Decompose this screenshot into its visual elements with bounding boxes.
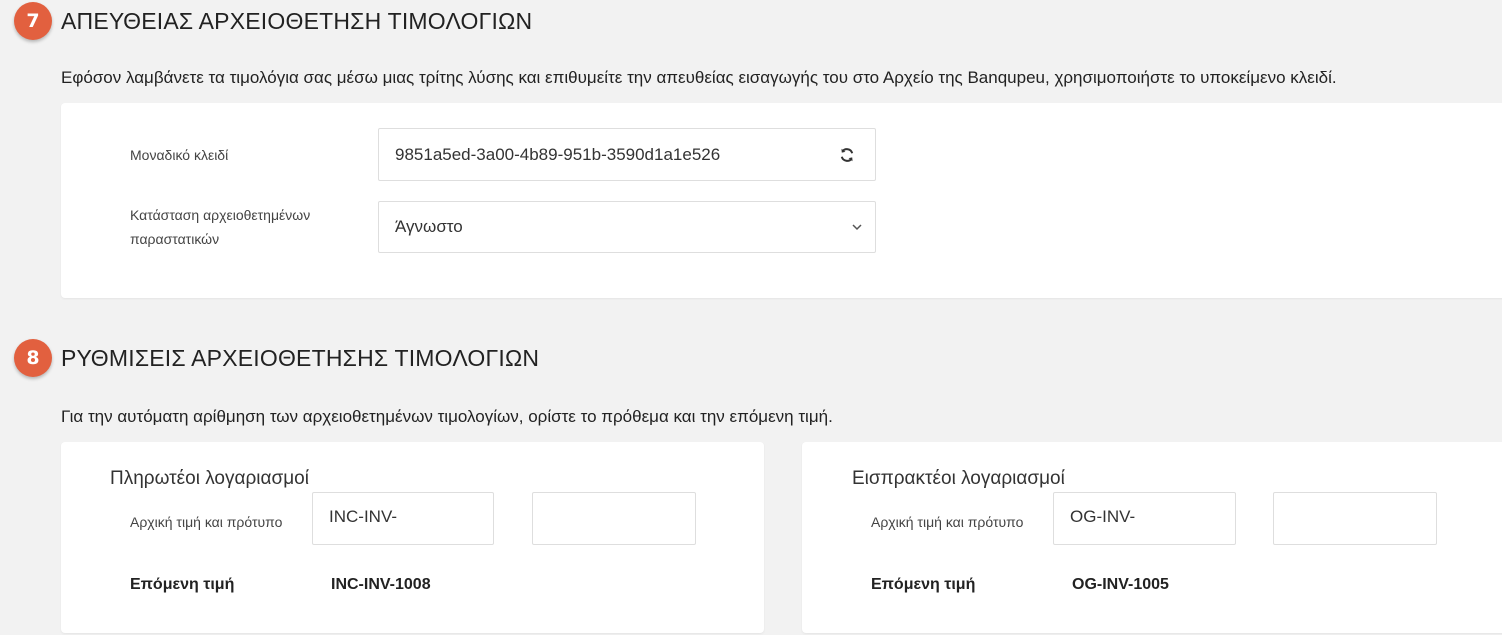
next-value-label: Επόμενη τιμή (130, 576, 235, 593)
receivables-next-value: OG-INV-1005 (1072, 576, 1169, 593)
refresh-icon[interactable] (837, 145, 857, 165)
payables-number-input[interactable] (532, 492, 696, 545)
archived-status-label: Κατάσταση αρχειοθετημένων παραστατικών (130, 203, 310, 251)
unique-key-label: Μοναδικό κλειδί (130, 147, 229, 163)
payables-title: Πληρωτέοι λογαριασμοί (110, 468, 309, 489)
receivables-card: Εισπρακτέοι λογαριασμοί Αρχική τιμή και … (802, 442, 1502, 633)
payables-prefix-input[interactable]: INC-INV- (312, 492, 494, 545)
archived-status-label-line2: παραστατικών (130, 231, 220, 247)
start-value-label: Αρχική τιμή και πρότυπο (130, 514, 283, 530)
archived-status-value: Άγνωστο (395, 217, 463, 236)
payables-prefix-value: INC-INV- (329, 507, 397, 526)
payables-card: Πληρωτέοι λογαριασμοί Αρχική τιμή και πρ… (61, 442, 764, 633)
section-title: ΑΠΕΥΘΕΙΑΣ ΑΡΧΕΙΟΘΕΤΗΣΗ ΤΙΜΟΛΟΓΙΩΝ (61, 7, 533, 34)
direct-archive-card: Μοναδικό κλειδί 9851a5ed-3a00-4b89-951b-… (61, 103, 1502, 298)
unique-key-field[interactable]: 9851a5ed-3a00-4b89-951b-3590d1a1e526 (378, 128, 876, 181)
chevron-down-icon (852, 224, 862, 231)
step-number-badge: 7 (14, 2, 52, 40)
section-7-header: 7 ΑΠΕΥΘΕΙΑΣ ΑΡΧΕΙΟΘΕΤΗΣΗ ΤΙΜΟΛΟΓΙΩΝ (14, 2, 532, 40)
start-value-label: Αρχική τιμή και πρότυπο (871, 514, 1024, 530)
payables-next-value: INC-INV-1008 (331, 576, 431, 593)
receivables-title: Εισπρακτέοι λογαριασμοί (852, 468, 1065, 489)
receivables-prefix-input[interactable]: OG-INV- (1053, 492, 1236, 545)
archived-status-label-line1: Κατάσταση αρχειοθετημένων (130, 207, 311, 223)
archived-status-select[interactable]: Άγνωστο (378, 201, 876, 253)
section-title: ΡΥΘΜΙΣΕΙΣ ΑΡΧΕΙΟΘΕΤΗΣΗΣ ΤΙΜΟΛΟΓΙΩΝ (61, 344, 540, 371)
next-value-label: Επόμενη τιμή (871, 576, 976, 593)
step-number-badge: 8 (14, 339, 52, 377)
unique-key-value: 9851a5ed-3a00-4b89-951b-3590d1a1e526 (395, 144, 721, 164)
receivables-prefix-value: OG-INV- (1070, 507, 1136, 526)
section-description: Εφόσον λαμβάνετε τα τιμολόγια σας μέσω μ… (61, 68, 1337, 87)
section-description: Για την αυτόματη αρίθμηση των αρχειοθετη… (61, 407, 833, 426)
receivables-number-input[interactable] (1273, 492, 1437, 545)
section-8-header: 8 ΡΥΘΜΙΣΕΙΣ ΑΡΧΕΙΟΘΕΤΗΣΗΣ ΤΙΜΟΛΟΓΙΩΝ (14, 339, 539, 377)
